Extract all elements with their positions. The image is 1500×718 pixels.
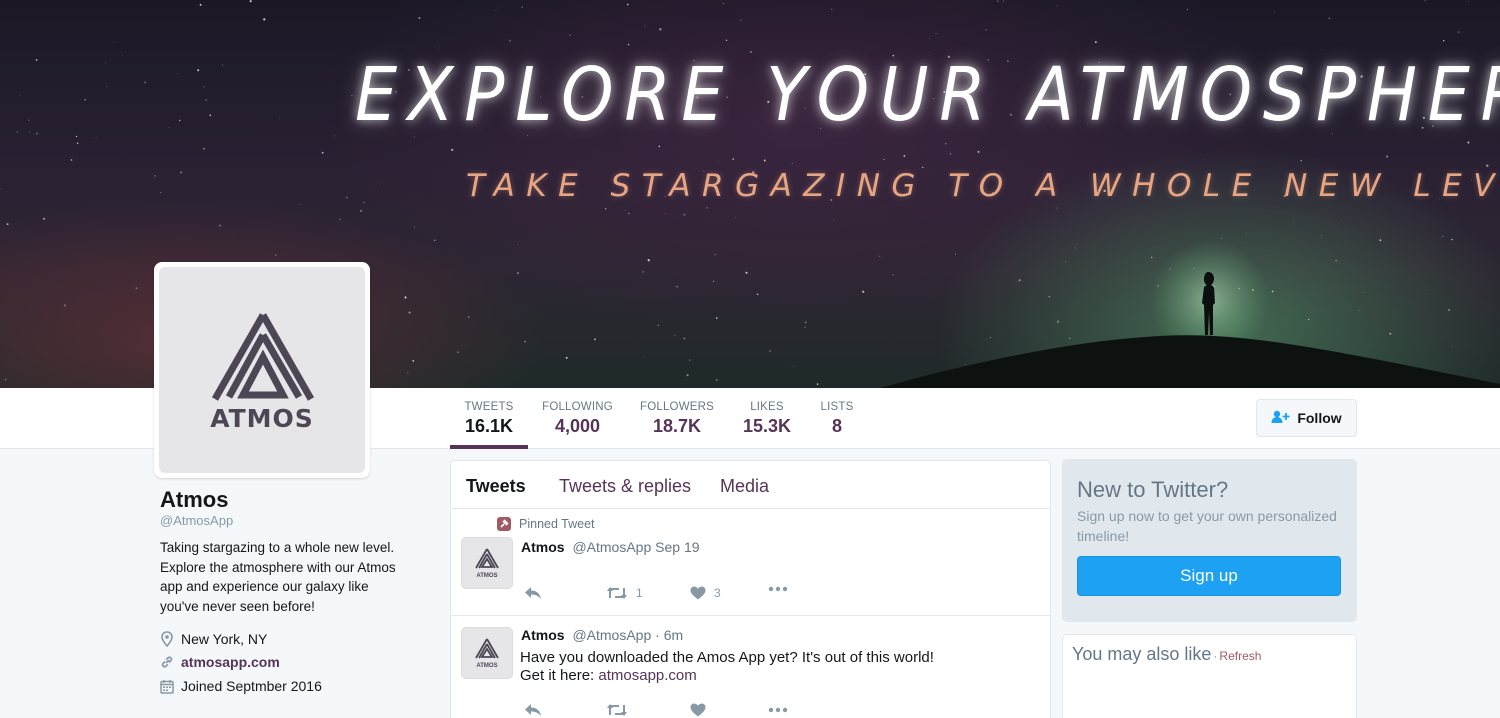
suggestions-separator: · <box>1213 649 1218 663</box>
profile-handle[interactable]: @AtmosApp <box>160 513 233 528</box>
tweet-divider <box>451 615 1050 616</box>
retweet-button-2[interactable] <box>606 703 628 717</box>
pinned-text: Pinned Tweet <box>519 517 595 531</box>
retweet-button[interactable]: 1 <box>606 586 643 600</box>
signup-title: New to Twitter? <box>1077 477 1229 502</box>
suggestions-header: You may also like · Refresh <box>1072 644 1261 665</box>
calendar-icon <box>160 678 174 694</box>
tweet-author-handle[interactable]: @AtmosApp <box>572 539 651 555</box>
tweet-avatar-2[interactable]: ATMOS <box>461 627 513 679</box>
stat-followers-value: 18.7K <box>652 416 702 436</box>
stat-lists-label: LISTS <box>820 401 854 413</box>
tweet-text-2: Have you downloaded the Amos App yet? It… <box>520 649 1020 685</box>
active-stat-underline <box>450 445 528 449</box>
heart-icon <box>690 586 706 600</box>
profile-avatar[interactable]: ATMOS <box>154 262 370 478</box>
tweet-author-handle-2[interactable]: @AtmosApp <box>572 627 651 643</box>
profile-location: New York, NY <box>160 631 267 647</box>
like-button[interactable]: 3 <box>690 586 721 600</box>
heart-icon <box>690 703 706 717</box>
joined-text: Joined Septmber 2016 <box>181 678 322 694</box>
avatar-image: ATMOS <box>159 267 365 473</box>
reply-button[interactable] <box>524 586 542 600</box>
profile-name[interactable]: Atmos <box>160 487 228 513</box>
stat-tweets-label: TWEETS <box>464 401 514 413</box>
tab-tweets-replies[interactable]: Tweets & replies <box>559 476 691 497</box>
tweet-link[interactable]: atmosapp.com <box>598 667 696 684</box>
tweet-text-line-1: Have you downloaded the Amos App yet? It… <box>520 649 934 666</box>
tweet-timeline: Tweets Tweets & replies Media Pinned Twe… <box>450 460 1051 718</box>
profile-website[interactable]: atmosapp.com <box>160 654 280 670</box>
signup-card: New to Twitter? Sign up now to get your … <box>1062 459 1357 622</box>
stat-following[interactable]: FOLLOWING 4,000 <box>540 401 615 437</box>
profile-bio: Taking stargazing to a whole new level. … <box>160 540 396 614</box>
link-icon <box>160 654 174 670</box>
tab-media[interactable]: Media <box>720 476 769 497</box>
stat-likes-label: LIKES <box>750 401 784 413</box>
retweet-count: 1 <box>636 586 643 600</box>
website-link[interactable]: atmosapp.com <box>181 654 280 670</box>
add-user-icon <box>1271 410 1291 427</box>
suggestions-title: You may also like <box>1072 644 1212 664</box>
pin-icon <box>497 517 511 531</box>
tweet-time-2[interactable]: · 6m <box>655 627 683 643</box>
refresh-link[interactable]: Refresh <box>1219 649 1261 663</box>
reply-icon <box>525 704 541 716</box>
stat-followers-label: FOLLOWERS <box>639 401 714 413</box>
reply-icon <box>525 587 541 599</box>
banner-title: EXPLORE YOUR ATMOSPHERE. <box>355 52 1500 138</box>
tweet-header: Atmos @AtmosApp Sep 19 <box>521 539 700 555</box>
follow-button[interactable]: Follow <box>1256 399 1357 437</box>
tweet-text-prefix: Get it here: <box>520 667 595 684</box>
stat-lists-value: 8 <box>831 416 842 436</box>
stat-followers[interactable]: FOLLOWERS 18.7K <box>637 401 717 437</box>
like-button-2[interactable] <box>690 703 706 717</box>
suggestions-card: You may also like · Refresh <box>1062 634 1357 718</box>
stat-likes[interactable]: LIKES 15.3K <box>738 401 796 437</box>
stat-tweets[interactable]: TWEETS 16.1K <box>450 401 528 437</box>
atmos-logo <box>211 313 315 401</box>
stat-lists[interactable]: LISTS 8 <box>815 401 859 437</box>
like-count: 3 <box>714 586 721 600</box>
avatar-wordmark: ATMOS <box>210 404 314 433</box>
banner-subtitle: TAKE STARGAZING TO A WHOLE NEW LEVEL <box>466 168 1500 204</box>
tweet-avatar-2-wordmark: ATMOS <box>476 663 498 669</box>
tweet-time[interactable]: Sep 19 <box>655 539 699 555</box>
tweet-header-2: Atmos @AtmosApp · 6m <box>521 627 683 643</box>
stat-tweets-value: 16.1K <box>464 416 514 436</box>
profile-joined: Joined Septmber 2016 <box>160 678 322 694</box>
more-icon <box>768 586 788 592</box>
tweet-avatar-wordmark: ATMOS <box>476 573 498 579</box>
retweet-icon <box>607 587 627 599</box>
pinned-tweet-label: Pinned Tweet <box>497 517 595 531</box>
timeline-tabs: Tweets Tweets & replies Media <box>451 461 1050 509</box>
tweet-text-line-2: Get it here: atmosapp.com <box>520 667 1020 685</box>
stat-following-label: FOLLOWING <box>542 401 613 413</box>
reply-button-2[interactable] <box>524 703 542 717</box>
location-text: New York, NY <box>181 631 268 647</box>
retweet-icon <box>607 704 627 716</box>
tab-tweets[interactable]: Tweets <box>466 476 526 497</box>
more-button[interactable] <box>768 586 788 592</box>
stat-following-value: 4,000 <box>554 416 601 436</box>
map-pin-icon <box>160 631 174 647</box>
signup-text: Sign up now to get your own personalized… <box>1077 508 1337 544</box>
signup-button[interactable]: Sign up <box>1077 556 1341 596</box>
more-button-2[interactable] <box>768 707 788 713</box>
tweet-avatar[interactable]: ATMOS <box>461 537 513 589</box>
tweet-author-name-2[interactable]: Atmos <box>521 627 565 643</box>
more-icon <box>768 707 788 713</box>
stat-likes-value: 15.3K <box>742 416 792 436</box>
tweet-author-name[interactable]: Atmos <box>521 539 565 555</box>
follow-label: Follow <box>1297 410 1342 426</box>
